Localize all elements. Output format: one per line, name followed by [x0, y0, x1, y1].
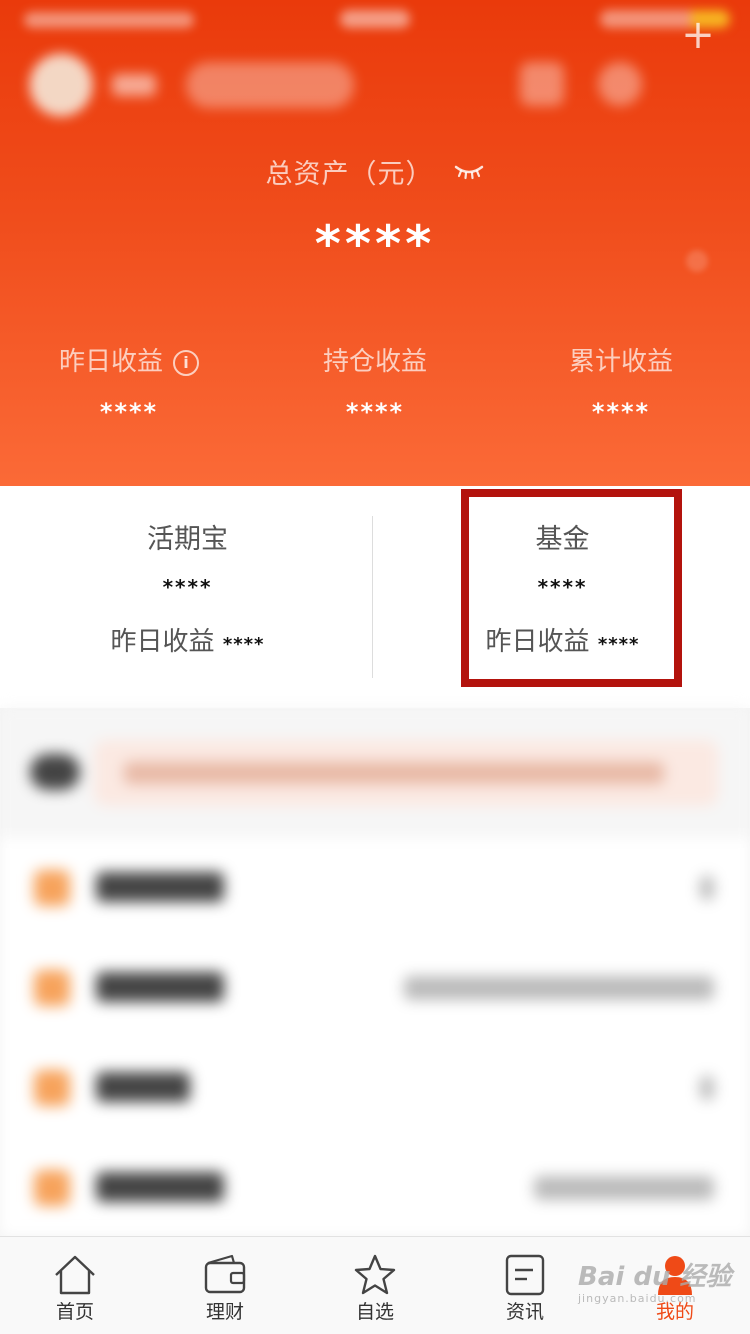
user-name[interactable]	[112, 74, 156, 96]
total-assets-value[interactable]: ****	[0, 214, 750, 274]
account-name: 基金	[535, 524, 590, 555]
stat-cumulative-label: 累计收益	[568, 347, 673, 377]
account-huoqibao[interactable]: 活期宝 **** 昨日收益 ****	[0, 486, 375, 708]
chevron-right-icon	[686, 250, 708, 272]
account-name: 活期宝	[147, 524, 228, 555]
list-item-icon	[34, 1070, 70, 1106]
account-amount: ****	[162, 575, 213, 599]
member-badge[interactable]	[186, 62, 354, 108]
status-time	[340, 10, 410, 28]
list-item[interactable]	[0, 1038, 750, 1138]
list-item-icon	[34, 1170, 70, 1206]
account-yesterday-value: ****	[222, 634, 265, 655]
baidu-jingyan-watermark-logo: Bai du 经验 jingyan.baidu.com	[578, 1262, 732, 1305]
notice-bar[interactable]	[0, 728, 750, 820]
avatar[interactable]	[30, 54, 92, 116]
tab-home[interactable]: 首页	[0, 1237, 150, 1334]
stat-cumulative[interactable]: 累计收益 ****	[496, 340, 746, 432]
stat-holding-value: ****	[345, 398, 405, 426]
signal-icon	[24, 12, 194, 28]
account-yesterday-value: ****	[597, 634, 640, 655]
tab-watchlist-label: 自选	[355, 1301, 394, 1323]
list-item-icon	[34, 970, 70, 1006]
stat-yesterday[interactable]: 昨日收益 i ****	[4, 340, 254, 432]
stat-yesterday-label: 昨日收益	[58, 347, 163, 377]
account-yesterday-label: 昨日收益	[485, 627, 590, 657]
earnings-stats: 昨日收益 i **** 持仓收益 **** 累计收益 ****	[0, 340, 750, 450]
service-icon[interactable]	[598, 62, 642, 106]
status-bar	[0, 0, 750, 40]
list-item[interactable]	[0, 1138, 750, 1236]
top-bar	[0, 48, 750, 124]
home-icon	[55, 1255, 95, 1295]
menu-list	[0, 838, 750, 1236]
tab-finance-label: 理财	[205, 1301, 244, 1323]
hide-amount-eye-icon[interactable]	[453, 161, 485, 183]
account-amount: ****	[537, 575, 588, 599]
total-assets-header: 总资产（元）	[0, 152, 750, 191]
stat-cumulative-value: ****	[591, 398, 651, 426]
list-item[interactable]	[0, 938, 750, 1038]
account-yesterday-label: 昨日收益	[110, 627, 215, 657]
wallet-icon	[204, 1254, 246, 1294]
stat-holding[interactable]: 持仓收益 ****	[250, 340, 500, 432]
tab-finance[interactable]: 理财	[150, 1237, 300, 1334]
news-icon	[505, 1254, 545, 1296]
account-fund[interactable]: 基金 **** 昨日收益 ****	[375, 486, 750, 708]
divider	[372, 516, 373, 678]
stat-holding-label: 持仓收益	[322, 347, 427, 377]
list-item-icon	[34, 870, 70, 906]
asset-header: + 总资产（元） **** 昨日收益 i **** 持仓收益 **** 累计收益 …	[0, 0, 750, 486]
list-item[interactable]	[0, 838, 750, 938]
total-assets-label: 总资产（元）	[265, 159, 434, 190]
info-icon[interactable]: i	[173, 349, 199, 376]
add-icon[interactable]: +	[678, 12, 718, 58]
account-summary: 活期宝 **** 昨日收益 **** 基金 **** 昨日收益 ****	[0, 486, 750, 708]
stat-yesterday-value: ****	[99, 398, 159, 426]
blurred-content	[0, 708, 750, 1236]
tab-home-label: 首页	[55, 1301, 94, 1323]
message-icon[interactable]	[520, 62, 564, 106]
star-icon	[354, 1254, 396, 1295]
notice-icon	[30, 754, 80, 790]
tab-watchlist[interactable]: 自选	[300, 1237, 450, 1334]
